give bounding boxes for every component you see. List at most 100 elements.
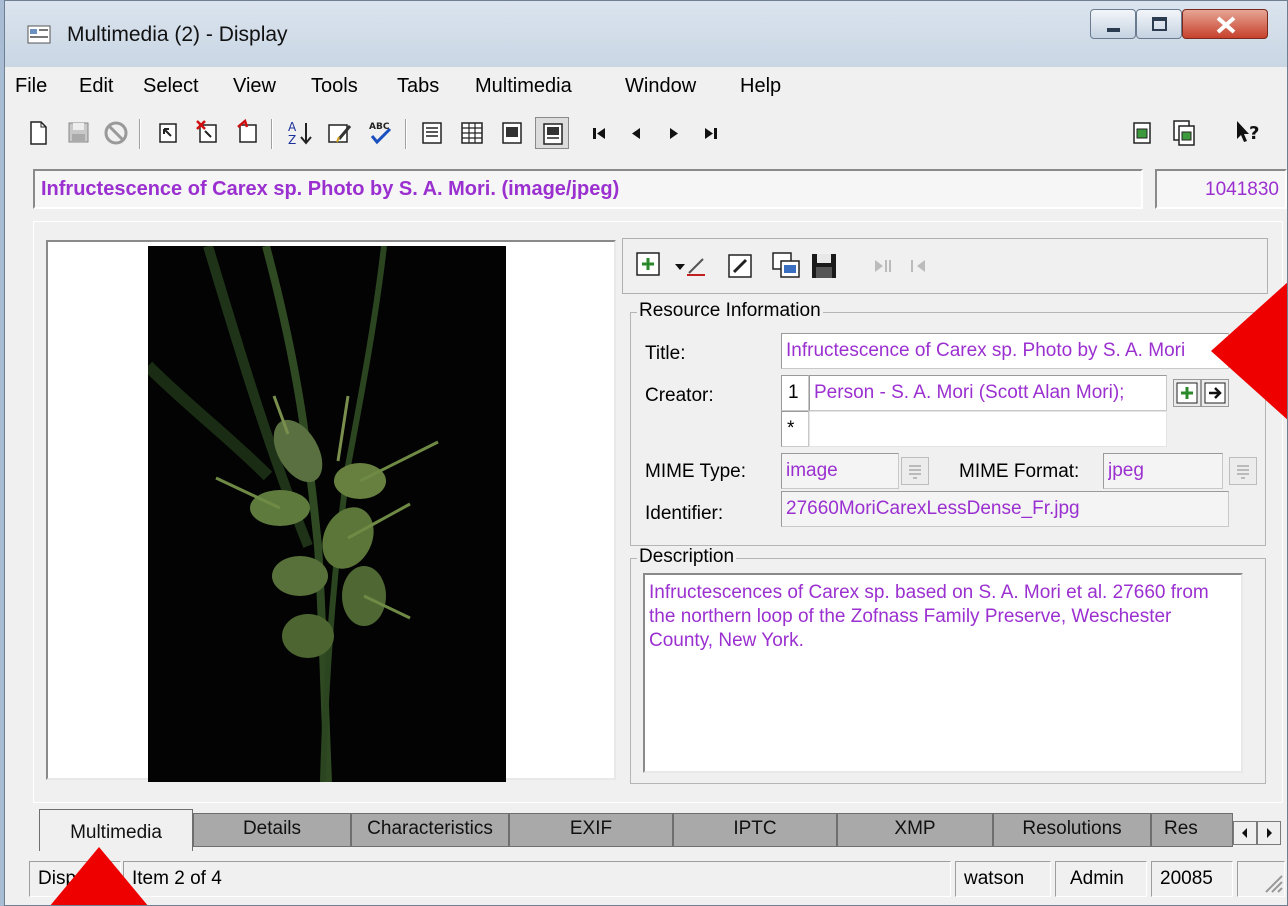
toolbar-separator [271,119,273,149]
new-record-icon[interactable] [21,117,55,149]
creator-value: Person - S. A. Mori (Scott Alan Mori); [814,382,1125,403]
description-field[interactable]: Infructescences of Carex sp. based on S.… [643,573,1243,773]
chevron-left-icon [1242,828,1247,838]
chevron-right-icon [1267,828,1272,838]
identifier-value: 27660MoriCarexLessDense_Fr.jpg [786,498,1080,519]
application-window: Multimedia (2) - Display File Edit Selec… [4,0,1288,906]
previous-record-icon[interactable] [619,117,653,149]
list-view-icon[interactable] [455,117,489,149]
help-icon[interactable]: ? [1231,117,1265,149]
first-record-icon[interactable] [583,117,617,149]
page-view-icon[interactable] [495,117,529,149]
menu-file[interactable]: File [15,75,47,98]
creator-index: 1 [788,382,799,403]
identifier-field[interactable]: 27660MoriCarexLessDense_Fr.jpg [781,491,1229,527]
close-icon [1216,16,1236,34]
menu-tabs[interactable]: Tabs [397,75,439,98]
creator-field[interactable]: Person - S. A. Mori (Scott Alan Mori); [809,375,1167,411]
record-summary-text: Infructescence of Carex sp. Photo by S. … [41,178,620,200]
tab-multimedia[interactable]: Multimedia [39,809,193,851]
record-irn-text: 1041830 [1205,179,1279,200]
view-image-icon[interactable] [769,249,803,283]
carex-photo [143,244,506,783]
menu-window[interactable]: Window [625,75,696,98]
tab-characteristics[interactable]: Characteristics [351,813,509,847]
window-title: Multimedia (2) - Display [67,23,288,46]
plant-illustration [143,244,439,783]
details-view-icon[interactable] [415,117,449,149]
mime-type-lookup-icon[interactable] [901,457,929,485]
creator-new-field[interactable] [809,411,1167,447]
edit-image-icon[interactable] [723,249,757,283]
tab-scroll-right-button[interactable] [1257,821,1281,845]
play-icon[interactable] [867,249,901,283]
save-image-icon[interactable] [807,249,841,283]
title-bar: Multimedia (2) - Display [5,1,1287,67]
identifier-label: Identifier: [645,503,724,524]
title-value: Infructescence of Carex sp. Photo by S. … [786,340,1186,361]
copy-attach-icon[interactable] [1167,117,1201,149]
main-toolbar: AZ ABC ? [5,105,1287,163]
next-record-icon[interactable] [657,117,691,149]
attach-icon[interactable] [1125,117,1159,149]
cancel-icon[interactable] [99,117,133,149]
tab-iptc[interactable]: IPTC [673,813,837,847]
last-record-icon[interactable] [693,117,727,149]
status-count: 20085 [1151,861,1233,897]
maximize-button[interactable] [1136,9,1182,39]
title-label: Title: [645,343,686,364]
tab-details[interactable]: Details [193,813,351,847]
resource-information-group: Resource Information Title: Infructescen… [630,300,1266,546]
tab-bar: Multimedia Details Characteristics EXIF … [5,807,1287,853]
sort-icon[interactable]: AZ [283,117,317,149]
description-text: Infructescences of Carex sp. based on S.… [649,582,1209,651]
mime-format-field[interactable]: jpeg [1103,453,1223,489]
save-icon[interactable] [61,117,95,149]
image-toolbar [622,238,1268,294]
record-summary-field: Infructescence of Carex sp. Photo by S. … [33,169,1143,209]
minimize-icon [1107,28,1120,32]
title-field[interactable]: Infructescence of Carex sp. Photo by S. … [781,333,1229,369]
tab-xmp[interactable]: XMP [837,813,993,847]
dropdown-arrow-icon[interactable] [671,249,705,283]
close-button[interactable] [1182,9,1268,39]
menu-multimedia[interactable]: Multimedia [475,75,572,98]
menu-bar: File Edit Select View Tools Tabs Multime… [5,67,1287,105]
new-from-icon[interactable] [231,117,265,149]
delete-record-icon[interactable] [191,117,225,149]
maximize-icon [1152,17,1167,31]
spell-check-icon[interactable]: ABC [363,117,397,149]
creator-label: Creator: [645,385,714,406]
tab-exif[interactable]: EXIF [509,813,673,847]
record-irn-field: 1041830 [1155,169,1287,209]
add-creator-icon[interactable] [1173,379,1201,407]
menu-help[interactable]: Help [740,75,781,98]
tab-resolutions[interactable]: Resolutions [993,813,1151,847]
new-row-asterisk: * [787,418,795,439]
menu-view[interactable]: View [233,75,276,98]
mime-type-value: image [786,460,838,481]
back-icon[interactable] [905,249,939,283]
edit-list-icon[interactable] [323,117,357,149]
tab-scroll-left-button[interactable] [1233,821,1257,845]
red-annotation-marker-right [1211,282,1287,420]
toolbar-separator [405,119,407,149]
menu-edit[interactable]: Edit [79,75,113,98]
menu-select[interactable]: Select [143,75,199,98]
creator-index-cell: 1 [781,375,809,411]
resize-grip[interactable] [1237,861,1285,897]
tab-res[interactable]: Res [1151,813,1233,847]
menu-tools[interactable]: Tools [311,75,358,98]
display-view-icon[interactable] [535,117,569,149]
minimize-button[interactable] [1090,9,1136,39]
image-viewer[interactable] [46,240,616,783]
edit-record-icon[interactable] [151,117,185,149]
creator-new-row-marker: * [781,411,809,447]
status-user: watson [955,861,1051,897]
mime-type-field[interactable]: image [781,453,899,489]
mime-format-lookup-icon[interactable] [1229,457,1257,485]
description-group: Description Infructescences of Carex sp.… [630,546,1266,784]
add-image-icon[interactable] [633,249,667,283]
resize-grip-icon [1265,875,1283,893]
status-item-position: Item 2 of 4 [123,861,951,897]
